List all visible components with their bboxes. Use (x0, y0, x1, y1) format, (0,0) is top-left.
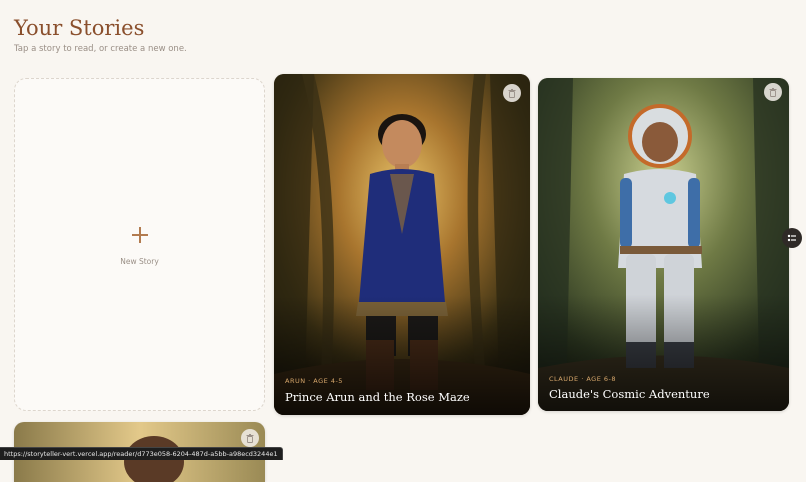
trash-icon (508, 88, 516, 98)
story-meta: ARUN · AGE 4-5 (285, 377, 343, 385)
story-card-arun[interactable]: ARUN · AGE 4-5 Prince Arun and the Rose … (274, 74, 530, 415)
page-title: Your Stories (14, 16, 145, 40)
list-toggle-icon (787, 234, 796, 242)
story-card-claude[interactable]: CLAUDE · AGE 6-8 Claude's Cosmic Adventu… (538, 78, 789, 411)
page-subtitle: Tap a story to read, or create a new one… (14, 44, 187, 54)
story-cover-image (538, 78, 789, 411)
story-cover-image (274, 74, 530, 415)
delete-story-button[interactable] (503, 84, 521, 102)
story-title: Claude's Cosmic Adventure (549, 387, 710, 401)
new-story-button[interactable]: New Story (14, 78, 265, 411)
status-bar-url: https://storyteller-vert.vercel.app/read… (0, 447, 283, 460)
delete-story-button[interactable] (764, 83, 782, 101)
new-story-label: New Story (120, 257, 159, 266)
story-meta: CLAUDE · AGE 6-8 (549, 375, 616, 383)
trash-icon (246, 433, 254, 443)
side-panel-toggle-button[interactable] (782, 228, 802, 248)
story-title: Prince Arun and the Rose Maze (285, 390, 470, 404)
trash-icon (769, 87, 777, 97)
plus-icon (130, 225, 150, 245)
delete-story-button[interactable] (241, 429, 259, 447)
